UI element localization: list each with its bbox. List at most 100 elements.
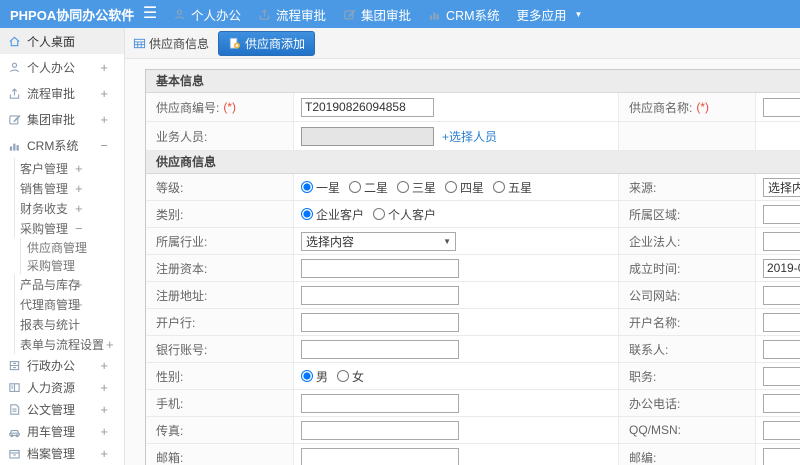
text-input[interactable] (301, 126, 434, 146)
field-label: 供应商名称: (629, 100, 693, 115)
radio-option[interactable]: 四星 (445, 179, 484, 196)
radio-option[interactable]: 女 (337, 368, 364, 385)
radio-input[interactable] (301, 181, 313, 193)
select-dropdown[interactable]: 选择内容▼ (301, 231, 456, 251)
radio-input[interactable] (445, 181, 458, 193)
text-input[interactable] (763, 339, 800, 359)
field-input-cell (294, 255, 619, 281)
expand-plus-icon[interactable]: + (106, 337, 114, 352)
text-input[interactable] (301, 97, 434, 117)
field-label: 银行账号: (156, 342, 208, 357)
text-input[interactable] (301, 447, 459, 465)
expand-plus-icon[interactable]: + (100, 446, 108, 461)
nav-crm-system[interactable]: CRM系统 (428, 5, 500, 24)
radio-option[interactable]: 个人客户 (373, 206, 436, 223)
collapse-minus-icon[interactable]: − (75, 221, 83, 236)
text-input[interactable] (763, 447, 800, 465)
radio-input[interactable] (493, 181, 506, 193)
sidebar-item-purchasing-mgmt[interactable]: 采购管理 (20, 256, 124, 274)
radio-option[interactable]: 男 (301, 368, 328, 385)
radio-option[interactable]: 二星 (349, 179, 388, 196)
expand-plus-icon[interactable]: + (75, 181, 83, 196)
radio-input[interactable] (397, 181, 410, 193)
field-label-cell: 所属行业: (146, 228, 294, 254)
sidebar-item-document-mgmt[interactable]: 公文管理 + (0, 398, 124, 420)
sidebar-item-agent-mgmt[interactable]: 代理商管理 + (14, 294, 124, 314)
radio-option[interactable]: 三星 (397, 179, 436, 196)
expand-plus-icon[interactable]: + (100, 86, 108, 101)
field-label-cell: 所属区域: (619, 201, 756, 227)
expand-plus-icon[interactable]: + (100, 380, 108, 395)
sidebar-item-finance-mgmt[interactable]: 财务收支 + (14, 198, 124, 218)
menu-toggle-icon[interactable]: ☰ (137, 0, 163, 28)
expand-plus-icon[interactable]: + (75, 161, 83, 176)
sidebar-item-human-resources[interactable]: 人力资源 + (0, 376, 124, 398)
text-input[interactable] (301, 393, 459, 413)
expand-plus-icon[interactable]: + (75, 201, 83, 216)
sidebar-item-admin-office[interactable]: 行政办公 + (0, 354, 124, 376)
expand-plus-icon[interactable]: + (75, 277, 83, 292)
user-icon (173, 8, 186, 21)
radio-input[interactable] (349, 181, 362, 193)
radio-input[interactable] (301, 370, 313, 382)
radio-input[interactable] (301, 208, 313, 220)
text-input[interactable] (763, 258, 800, 278)
sidebar-item-personal-desktop[interactable]: 个人桌面 (0, 28, 124, 54)
text-input[interactable] (763, 366, 800, 386)
sidebar-item-vehicle-mgmt[interactable]: 用车管理 + (0, 420, 124, 442)
radio-option[interactable]: 五星 (493, 179, 532, 196)
sidebar-item-customer-mgmt[interactable]: 客户管理 + (14, 158, 124, 178)
expand-plus-icon[interactable]: + (100, 424, 108, 439)
sidebar-item-process-approval[interactable]: 流程审批 + (0, 80, 124, 106)
field-label-cell: 开户行: (146, 309, 294, 335)
sidebar-item-personal-office[interactable]: 个人办公 + (0, 54, 124, 80)
radio-label: 五星 (508, 180, 533, 195)
text-input[interactable] (301, 420, 459, 440)
text-input[interactable] (763, 393, 800, 413)
field-input-cell (756, 201, 800, 227)
sidebar-item-reports-stats[interactable]: 报表与统计 (14, 314, 124, 334)
radio-input[interactable] (337, 370, 350, 382)
sidebar-item-product-inventory[interactable]: 产品与库存 + (14, 274, 124, 294)
text-input[interactable] (763, 312, 800, 332)
field-label-cell: QQ/MSN: (619, 417, 756, 443)
sidebar-item-form-flow-settings[interactable]: 表单与流程设置 + (14, 334, 124, 354)
home-icon (8, 35, 21, 48)
field-label: 公司网站: (629, 288, 681, 303)
nav-more-apps[interactable]: 更多应用 ▼ (517, 5, 583, 24)
text-input[interactable] (301, 312, 459, 332)
expand-plus-icon[interactable]: + (100, 402, 108, 417)
radio-input[interactable] (373, 208, 386, 220)
tab-strip: 供应商信息 供应商添加 (125, 28, 800, 59)
field-input-cell (294, 336, 619, 362)
nav-personal-office[interactable]: 个人办公 (173, 5, 241, 24)
text-input[interactable] (763, 204, 800, 224)
text-input[interactable] (763, 420, 800, 440)
sidebar-item-crm-system[interactable]: CRM系统 − (0, 132, 124, 158)
radio-label: 二星 (364, 180, 389, 195)
nav-process-approval[interactable]: 流程审批 (258, 5, 326, 24)
text-input[interactable] (301, 285, 459, 305)
tab-supplier-add[interactable]: 供应商添加 (218, 30, 316, 56)
tab-supplier-info[interactable]: 供应商信息 (133, 35, 209, 52)
text-input[interactable] (763, 285, 800, 305)
nav-group-approval[interactable]: 集团审批 (343, 5, 411, 24)
text-input[interactable] (763, 231, 800, 251)
sidebar-item-sales-mgmt[interactable]: 销售管理 + (14, 178, 124, 198)
sidebar-item-supplier-mgmt[interactable]: 供应商管理 (20, 238, 124, 256)
radio-option[interactable]: 一星 (301, 179, 340, 196)
select-dropdown[interactable]: 选择内容▼ (763, 177, 800, 197)
text-input[interactable] (301, 258, 459, 278)
expand-plus-icon[interactable]: + (100, 60, 108, 75)
text-input[interactable] (301, 339, 459, 359)
expand-plus-icon[interactable]: + (75, 297, 83, 312)
collapse-minus-icon[interactable]: − (100, 138, 108, 153)
choose-person-link[interactable]: +选择人员 (442, 128, 497, 145)
expand-plus-icon[interactable]: + (100, 112, 108, 127)
expand-plus-icon[interactable]: + (100, 358, 108, 373)
sidebar-item-archive-mgmt[interactable]: 档案管理 + (0, 442, 124, 464)
sidebar-item-group-approval[interactable]: 集团审批 + (0, 106, 124, 132)
text-input[interactable] (763, 97, 800, 117)
radio-option[interactable]: 企业客户 (301, 206, 364, 223)
sidebar-item-purchase-mgmt[interactable]: 采购管理 − (14, 218, 124, 238)
